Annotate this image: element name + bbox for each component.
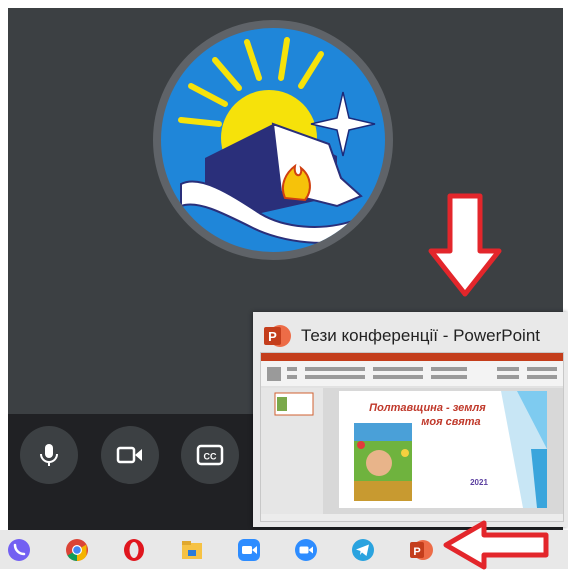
microphone-icon [40, 444, 58, 466]
camera-icon [116, 446, 142, 464]
powerpoint-icon: P [264, 325, 291, 347]
svg-text:P: P [268, 329, 277, 344]
captions-icon: CC [196, 444, 224, 466]
slide-year: 2021 [470, 478, 488, 487]
viber-icon[interactable] [7, 538, 31, 562]
svg-text:P: P [413, 546, 420, 558]
preview-thumbnail: Полтавщина - земля моя свята 2021 [260, 352, 564, 522]
zoom-icon[interactable] [294, 538, 318, 562]
svg-text:CC: CC [204, 452, 217, 462]
organization-logo [161, 28, 385, 252]
file-explorer-icon[interactable] [180, 538, 204, 562]
zoom-icon[interactable] [237, 538, 261, 562]
powerpoint-icon[interactable]: P [409, 538, 433, 562]
chrome-icon[interactable] [65, 538, 89, 562]
telegram-icon[interactable] [351, 538, 375, 562]
captions-button[interactable]: CC [181, 426, 239, 484]
opera-icon[interactable] [122, 538, 146, 562]
camera-button[interactable] [101, 426, 159, 484]
preview-window-title: Тези конференції - PowerPoint [301, 326, 541, 345]
left-arrow-annotation [443, 520, 549, 570]
down-arrow-annotation [428, 193, 502, 297]
microphone-button[interactable] [20, 426, 78, 484]
